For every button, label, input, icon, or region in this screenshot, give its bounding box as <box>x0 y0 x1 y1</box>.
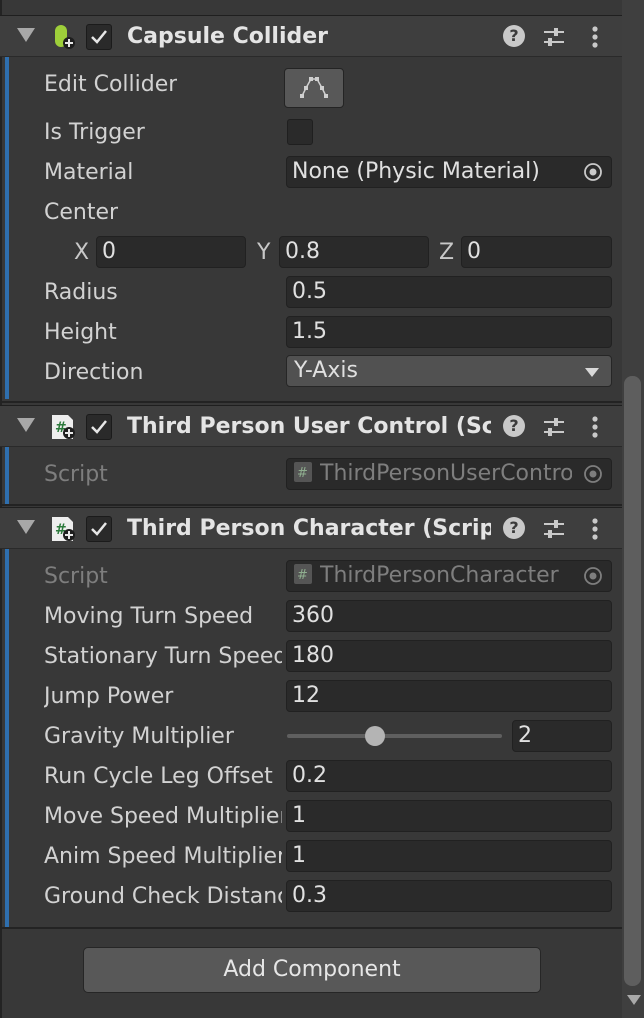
radius-label: Radius <box>44 280 118 305</box>
edit-collider-label: Edit Collider <box>44 72 178 97</box>
center-label: Center <box>44 200 119 225</box>
capsule-collider-icon <box>55 25 75 49</box>
slider-handle[interactable] <box>365 726 385 746</box>
object-picker-icon <box>584 567 602 585</box>
moving-turn-speed-label: Moving Turn Speed <box>44 604 254 629</box>
center-z-label[interactable]: Z <box>439 240 454 265</box>
preset-icon[interactable] <box>542 415 566 439</box>
object-picker-icon <box>584 465 602 483</box>
move-speed-multiplier-field[interactable]: 1 <box>286 800 612 832</box>
script-label: Script <box>44 564 108 589</box>
move-speed-multiplier-label: Move Speed Multiplier <box>44 804 282 829</box>
material-label: Material <box>44 160 134 185</box>
scrollbar-thumb[interactable] <box>624 376 641 986</box>
component-title: Third Person Character (Script) <box>127 516 491 541</box>
svg-text:#: # <box>297 568 308 583</box>
edit-collider-icon <box>300 77 328 98</box>
script-file-icon: # <box>294 462 312 482</box>
checkmark-icon <box>91 420 107 434</box>
enabled-checkbox[interactable] <box>86 516 112 542</box>
help-icon[interactable]: ? <box>503 517 525 539</box>
preset-icon[interactable] <box>542 25 566 49</box>
object-picker-icon[interactable] <box>583 162 603 182</box>
collapse-arrow-icon[interactable] <box>17 520 35 534</box>
center-x-field[interactable]: 0 <box>96 236 246 268</box>
center-x-label[interactable]: X <box>74 240 89 265</box>
stationary-turn-speed-field[interactable]: 180 <box>286 640 612 672</box>
script-file-icon: # <box>294 564 312 584</box>
is-trigger-checkbox[interactable] <box>287 119 313 145</box>
center-z-field[interactable]: 0 <box>461 236 612 268</box>
scroll-down-arrow-icon[interactable] <box>627 995 641 1005</box>
kebab-menu-icon[interactable] <box>583 414 607 440</box>
help-icon[interactable]: ? <box>503 25 525 47</box>
moving-turn-speed-field[interactable]: 360 <box>286 600 612 632</box>
component-accent-bar <box>5 15 9 399</box>
script-value: ThirdPersonCharacter <box>320 563 559 588</box>
direction-value: Y-Axis <box>294 358 358 383</box>
character-header[interactable]: # Third Person Character (Script) ? <box>0 507 622 549</box>
ground-check-distance-field[interactable]: 0.3 <box>286 880 612 912</box>
gravity-multiplier-slider[interactable] <box>287 734 502 738</box>
stationary-turn-speed-label: Stationary Turn Speed <box>44 644 282 669</box>
checkmark-icon <box>91 30 107 44</box>
kebab-menu-icon[interactable] <box>583 24 607 50</box>
edit-collider-button[interactable] <box>284 68 344 108</box>
collapse-arrow-icon[interactable] <box>17 28 35 42</box>
script-field: # ThirdPersonCharacter <box>286 560 612 592</box>
add-component-button[interactable]: Add Component <box>83 947 541 993</box>
gravity-multiplier-field[interactable]: 2 <box>512 720 612 752</box>
kebab-menu-icon[interactable] <box>583 516 607 542</box>
direction-dropdown[interactable]: Y-Axis <box>286 355 612 387</box>
anim-speed-multiplier-label: Anim Speed Multiplier <box>44 844 282 869</box>
center-y-field[interactable]: 0.8 <box>279 236 429 268</box>
enabled-checkbox[interactable] <box>86 414 112 440</box>
run-cycle-leg-offset-field[interactable]: 0.2 <box>286 760 612 792</box>
height-field[interactable]: 1.5 <box>286 316 612 348</box>
component-separator <box>0 504 622 506</box>
run-cycle-leg-offset-label: Run Cycle Leg Offset <box>44 764 273 789</box>
height-label: Height <box>44 320 117 345</box>
is-trigger-label: Is Trigger <box>44 120 145 145</box>
chevron-down-icon <box>585 368 599 377</box>
component-title: Third Person User Control (Script) <box>127 414 491 439</box>
anim-speed-multiplier-field[interactable]: 1 <box>286 840 612 872</box>
material-field[interactable]: None (Physic Material) <box>286 156 612 188</box>
preset-icon[interactable] <box>542 517 566 541</box>
gravity-multiplier-label: Gravity Multiplier <box>44 724 234 749</box>
help-icon[interactable]: ? <box>503 415 525 437</box>
jump-power-label: Jump Power <box>44 684 174 709</box>
user-control-header[interactable]: # Third Person User Control (Script) ? <box>0 405 622 447</box>
center-y-label[interactable]: Y <box>257 240 270 265</box>
component-separator <box>0 401 622 403</box>
collapse-arrow-icon[interactable] <box>17 418 35 432</box>
ground-check-distance-label: Ground Check Distance <box>44 884 282 909</box>
inspector-panel: Capsule Collider ? Edit Collider Is Trig… <box>0 0 622 1018</box>
script-value: ThirdPersonUserControl <box>320 461 572 486</box>
script-icon: # <box>52 415 75 439</box>
component-accent-bar <box>5 510 9 928</box>
script-field: # ThirdPersonUserControl <box>286 458 612 490</box>
radius-field[interactable]: 0.5 <box>286 276 612 308</box>
enabled-checkbox[interactable] <box>86 24 112 50</box>
component-separator <box>0 927 622 929</box>
direction-label: Direction <box>44 360 144 385</box>
script-icon: # <box>52 517 75 541</box>
jump-power-field[interactable]: 12 <box>286 680 612 712</box>
checkmark-icon <box>91 522 107 536</box>
capsule-collider-header[interactable]: Capsule Collider ? <box>0 15 622 57</box>
svg-text:#: # <box>297 466 308 481</box>
component-title: Capsule Collider <box>127 24 329 49</box>
script-label: Script <box>44 462 108 487</box>
material-value: None (Physic Material) <box>292 159 540 184</box>
